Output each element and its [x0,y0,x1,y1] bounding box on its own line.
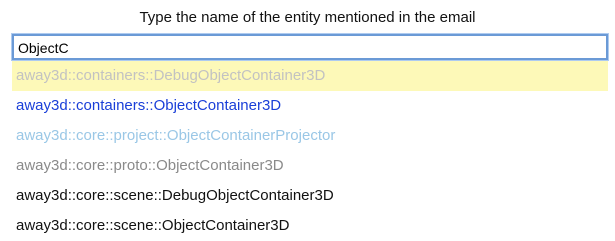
result-item[interactable]: away3d::core::project::ObjectContainerPr… [12,121,608,151]
search-input[interactable] [14,36,606,58]
results-list: away3d::containers::DebugObjectContainer… [12,61,608,241]
result-item[interactable]: away3d::core::proto::ObjectContainer3D [12,151,608,181]
entity-picker-panel: Type the name of the entity mentioned in… [0,0,615,241]
result-item[interactable]: away3d::core::scene::DebugObjectContaine… [12,181,608,211]
search-field[interactable] [12,34,608,60]
prompt-label: Type the name of the entity mentioned in… [139,9,476,26]
result-item[interactable]: away3d::containers::DebugObjectContainer… [12,61,608,91]
result-item[interactable]: away3d::core::scene::ObjectContainer3D [12,211,608,241]
result-item[interactable]: away3d::containers::ObjectContainer3D [12,91,608,121]
